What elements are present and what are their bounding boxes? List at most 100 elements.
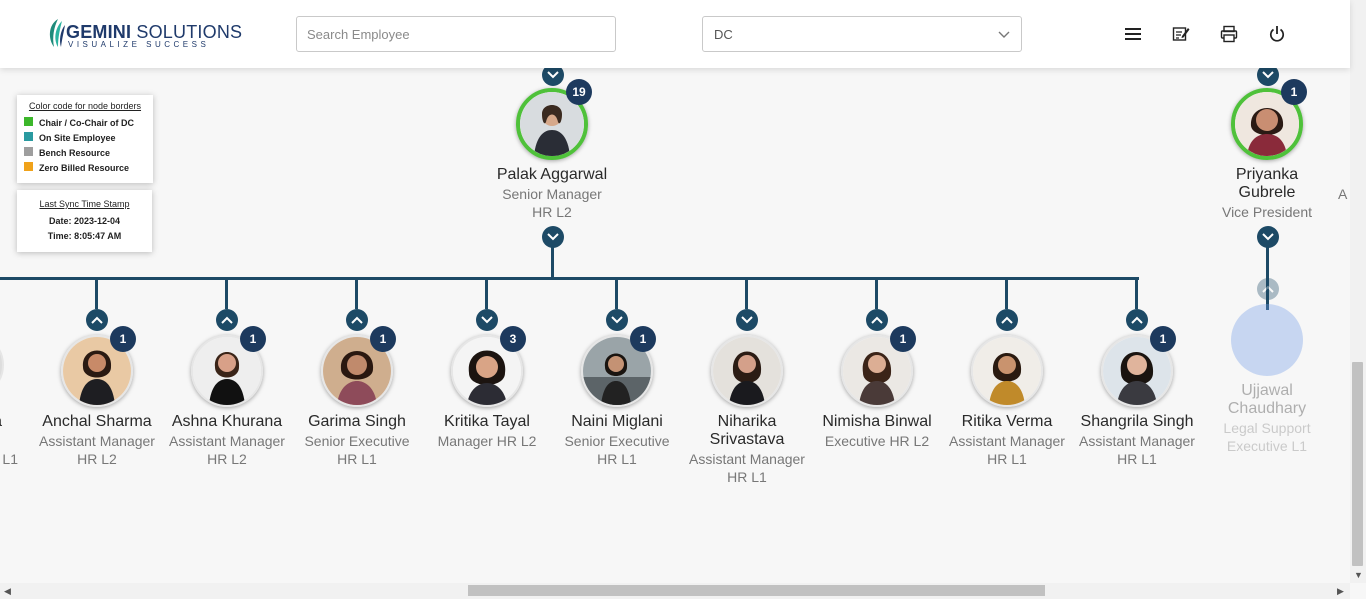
employee-name[interactable]: Anchal Sharma (27, 413, 167, 431)
chevron-down-icon (741, 316, 753, 324)
dc-select-value: DC (714, 27, 733, 42)
collapse-children-toggle[interactable] (1257, 226, 1279, 248)
employee-designation: Vice President (1221, 204, 1312, 220)
top-bar: GEMINI SOLUTIONS VISUALIZE SUCCESS DC (0, 0, 1350, 68)
power-icon[interactable] (1267, 24, 1287, 44)
employee-designation: Senior Executive (564, 433, 670, 449)
sync-timestamp-box: Last Sync Time Stamp Date: 2023-12-04 Ti… (17, 190, 152, 252)
expand-children-toggle[interactable] (86, 309, 108, 331)
employee-level: HR L1 (337, 451, 377, 467)
employee-level: HR L1 (1117, 451, 1157, 467)
scroll-right-arrow-icon[interactable]: ▶ (1337, 586, 1344, 597)
employee-designation: Legal Support (1223, 420, 1311, 436)
search-employee-input[interactable] (296, 16, 616, 52)
connector (1135, 279, 1138, 309)
employee-level: HR L2 (532, 204, 572, 220)
logo-leaf-icon (49, 19, 65, 47)
chevron-up-icon (221, 316, 233, 324)
legend-item-zero-billed: Zero Billed Resource (23, 160, 147, 175)
reportee-count-badge: 19 (566, 79, 592, 105)
employee-name[interactable]: Kritika Tayal (417, 413, 557, 431)
chevron-up-icon (1262, 285, 1274, 293)
logo-tagline: VISUALIZE SUCCESS (68, 40, 210, 49)
chevron-down-icon (547, 71, 559, 79)
legend-item-chair: Chair / Co-Chair of DC (23, 115, 147, 130)
chevron-down-icon (547, 233, 559, 241)
legend-swatch (24, 132, 33, 141)
dc-select[interactable]: DC (702, 16, 1022, 52)
cut-off-avatar (0, 332, 4, 398)
scroll-down-arrow-icon[interactable]: ▼ (1354, 570, 1363, 580)
legend-swatch (24, 162, 33, 171)
connector (1266, 244, 1269, 310)
expand-children-toggle[interactable] (1126, 309, 1148, 331)
employee-name-line2[interactable]: Chaudhary (1197, 400, 1337, 418)
avatar-niharika-srivastava[interactable] (711, 335, 783, 407)
expand-children-toggle[interactable] (216, 309, 238, 331)
employee-designation: Executive HR L2 (824, 433, 930, 449)
expand-children-toggle[interactable] (866, 309, 888, 331)
person-photo (713, 337, 781, 405)
connector (355, 279, 358, 309)
avatar-ritika-verma[interactable] (971, 335, 1043, 407)
employee-name[interactable]: Nimisha Binwal (807, 413, 947, 431)
vertical-scroll-thumb[interactable] (1352, 362, 1363, 566)
legend-title: Color code for node borders (28, 101, 142, 111)
collapse-children-toggle[interactable] (542, 226, 564, 248)
connector (0, 277, 1139, 280)
employee-level: HR L1 (987, 451, 1027, 467)
legend-swatch (24, 147, 33, 156)
menu-icon[interactable] (1123, 24, 1143, 44)
sync-title: Last Sync Time Stamp (39, 199, 130, 209)
cut-off-designation: A (1338, 186, 1348, 202)
employee-name[interactable]: Naini Miglani (547, 413, 687, 431)
employee-name[interactable]: Palak Aggarwal (482, 166, 622, 184)
employee-name-line2[interactable]: Gubrele (1197, 184, 1337, 202)
employee-designation: Senior Manager (502, 186, 602, 202)
expand-children-toggle[interactable] (346, 309, 368, 331)
chevron-down-icon (611, 316, 623, 324)
print-icon[interactable] (1219, 24, 1239, 44)
scroll-left-arrow-icon[interactable]: ◀ (4, 586, 11, 597)
gemini-logo[interactable]: GEMINI SOLUTIONS VISUALIZE SUCCESS (46, 17, 242, 51)
connector (551, 244, 554, 278)
cut-off-name: a (0, 413, 2, 431)
connector (745, 279, 748, 309)
legend-swatch (24, 117, 33, 126)
employee-designation: Assistant Manager (1079, 433, 1195, 449)
avatar-placeholder (1231, 304, 1303, 376)
legend-label: Zero Billed Resource (39, 162, 130, 173)
chevron-down-icon (481, 316, 493, 324)
edit-note-icon[interactable] (1171, 24, 1191, 44)
expand-children-toggle[interactable] (1257, 278, 1279, 300)
employee-name[interactable]: Shangrila Singh (1067, 413, 1207, 431)
horizontal-scroll-thumb[interactable] (468, 585, 1045, 596)
connector (225, 279, 228, 309)
employee-level: HR L2 (207, 451, 247, 467)
reportee-count-badge: 1 (1281, 79, 1307, 105)
employee-name-line1[interactable]: Priyanka (1197, 166, 1337, 184)
employee-level: HR L2 (77, 451, 117, 467)
employee-designation: Manager HR L2 (437, 433, 537, 449)
employee-name-line1[interactable]: Ujjawal (1197, 382, 1337, 400)
employee-name[interactable]: Ritika Verma (937, 413, 1077, 431)
employee-name-line1[interactable]: Niharika (677, 413, 817, 431)
reportee-count-badge: 1 (240, 326, 266, 352)
collapse-children-toggle[interactable] (606, 309, 628, 331)
org-chart-canvas[interactable]: 19 Palak Aggarwal Senior Manager HR L2 1… (0, 68, 1350, 583)
collapse-children-toggle[interactable] (736, 309, 758, 331)
employee-name-line2[interactable]: Srivastava (677, 431, 817, 449)
reportee-count-badge: 1 (370, 326, 396, 352)
employee-designation: Assistant Manager (689, 451, 805, 467)
collapse-children-toggle[interactable] (476, 309, 498, 331)
employee-level: Executive L1 (1226, 438, 1308, 454)
employee-name[interactable]: Garima Singh (287, 413, 427, 431)
employee-designation: Senior Executive (304, 433, 410, 449)
chevron-down-icon (998, 31, 1010, 38)
expand-children-toggle[interactable] (996, 309, 1018, 331)
expand-parent-toggle[interactable] (542, 68, 564, 86)
employee-level: HR L1 (727, 469, 767, 485)
employee-designation: Assistant Manager (949, 433, 1065, 449)
expand-parent-toggle[interactable] (1257, 68, 1279, 86)
employee-name[interactable]: Ashna Khurana (157, 413, 297, 431)
